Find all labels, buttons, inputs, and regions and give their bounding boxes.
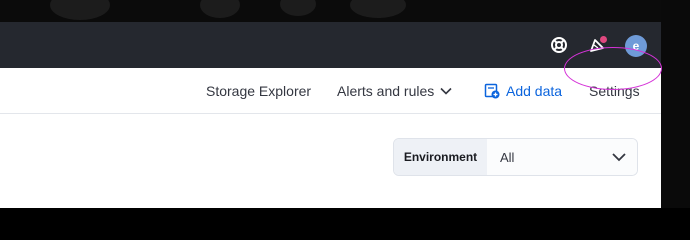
add-data-label: Add data (506, 83, 563, 99)
environment-filter[interactable]: Environment All (393, 138, 638, 176)
alerts-and-rules-menu[interactable]: Alerts and rules (337, 83, 452, 99)
top-header-bar: e (0, 22, 661, 68)
app-window: e Storage Explorer Alerts and rules Add … (0, 22, 661, 208)
add-data-link[interactable]: Add data (484, 83, 562, 99)
alerts-and-rules-label: Alerts and rules (337, 83, 435, 99)
chevron-down-icon (612, 153, 626, 162)
add-data-icon (484, 83, 500, 99)
background-blob (280, 0, 316, 16)
screen-right-strip (661, 0, 690, 208)
environment-select[interactable]: All (487, 139, 637, 175)
background-blob (200, 0, 240, 18)
screen-top-strip (0, 0, 690, 22)
background-blob (50, 0, 110, 20)
chevron-down-icon (440, 87, 452, 95)
environment-value: All (500, 150, 515, 165)
storage-explorer-link[interactable]: Storage Explorer (206, 83, 311, 99)
background-blob (350, 0, 406, 18)
newsfeed-icon[interactable] (586, 34, 608, 56)
environment-label: Environment (394, 139, 487, 175)
settings-link[interactable]: Settings (589, 83, 640, 99)
user-avatar[interactable]: e (625, 35, 647, 57)
help-icon[interactable] (548, 34, 570, 56)
app-subnav: Storage Explorer Alerts and rules Add da… (0, 68, 661, 114)
notification-dot (600, 36, 607, 43)
